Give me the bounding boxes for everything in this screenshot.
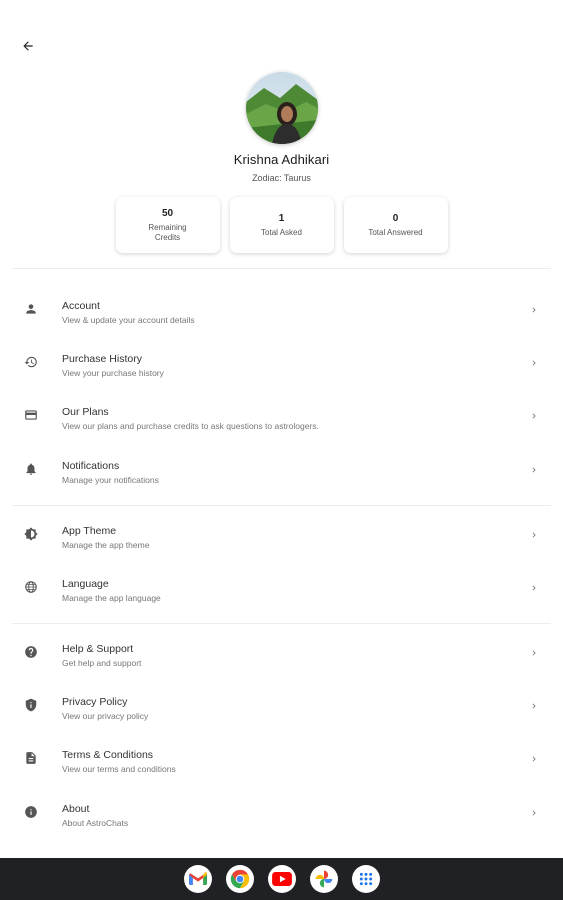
stat-value: 0 (392, 212, 399, 224)
menu-subtitle: View your purchase history (62, 368, 164, 378)
divider (12, 268, 551, 269)
document-icon (22, 749, 40, 767)
divider (12, 623, 551, 624)
menu-item-terms-conditions[interactable]: Terms & Conditions View our terms and co… (0, 749, 563, 799)
menu-subtitle: Manage your notifications (62, 475, 159, 485)
chevron-right-icon (532, 756, 536, 762)
profile-header: Krishna Adhikari Zodiac: Taurus (0, 72, 563, 183)
menu-title: Privacy Policy (62, 696, 128, 708)
menu-subtitle: View & update your account details (62, 315, 195, 325)
bell-icon (22, 460, 40, 478)
stat-label: Remaining Credits (148, 222, 187, 242)
chevron-right-icon (532, 810, 536, 816)
youtube-icon[interactable] (267, 865, 296, 893)
menu-item-help-support[interactable]: Help & Support Get help and support (0, 643, 563, 693)
photos-icon[interactable] (309, 865, 338, 893)
chevron-right-icon (532, 532, 536, 538)
menu-subtitle: About AstroChats (62, 818, 129, 828)
history-icon (22, 353, 40, 371)
menu-item-language[interactable]: Language Manage the app language (0, 578, 563, 628)
chevron-right-icon (532, 650, 536, 656)
info-icon (22, 803, 40, 821)
globe-icon (22, 578, 40, 596)
zodiac-label: Zodiac: Taurus (252, 173, 311, 183)
menu-subtitle: Get help and support (62, 658, 142, 668)
menu-title: Notifications (62, 460, 120, 472)
theme-icon (22, 525, 40, 543)
profile-name: Krishna Adhikari (233, 152, 330, 167)
chevron-right-icon (532, 585, 536, 591)
menu-title: Terms & Conditions (62, 749, 154, 761)
menu-item-about[interactable]: About About AstroChats (0, 803, 563, 853)
divider (12, 505, 551, 506)
menu-title: About (62, 803, 90, 815)
stat-total-asked: 1 Total Asked (229, 197, 334, 253)
shield-icon (22, 696, 40, 714)
chevron-right-icon (532, 413, 536, 419)
menu-item-purchase-history[interactable]: Purchase History View your purchase hist… (0, 353, 563, 403)
chevron-right-icon (532, 360, 536, 366)
gmail-icon[interactable] (183, 865, 212, 893)
chrome-icon[interactable] (225, 865, 254, 893)
avatar[interactable] (245, 72, 318, 144)
stat-label: Total Answered (368, 227, 423, 237)
menu-item-account[interactable]: Account View & update your account detai… (0, 300, 563, 350)
stats-row: 50 Remaining Credits 1 Total Asked 0 Tot… (0, 197, 563, 253)
chevron-right-icon (532, 307, 536, 313)
stat-total-answered: 0 Total Answered (343, 197, 448, 253)
menu-subtitle: View our privacy policy (62, 711, 149, 721)
menu-item-our-plans[interactable]: Our Plans View our plans and purchase cr… (0, 406, 563, 456)
credit-card-icon (22, 406, 40, 424)
stat-value: 50 (161, 207, 174, 219)
menu-title: Help & Support (62, 643, 134, 655)
menu-item-app-theme[interactable]: App Theme Manage the app theme (0, 525, 563, 575)
menu-subtitle: View our plans and purchase credits to a… (62, 421, 319, 431)
person-icon (22, 300, 40, 318)
menu-title: Language (62, 578, 109, 590)
menu-title: Our Plans (62, 406, 109, 418)
menu-item-privacy-policy[interactable]: Privacy Policy View our privacy policy (0, 696, 563, 746)
help-icon (22, 643, 40, 661)
menu-item-notifications[interactable]: Notifications Manage your notifications (0, 460, 563, 510)
stat-label: Total Asked (261, 227, 302, 237)
chevron-right-icon (532, 467, 536, 473)
menu-subtitle: Manage the app language (62, 593, 161, 603)
app-launcher-icon[interactable] (351, 865, 380, 893)
arrow-back-icon (23, 41, 33, 51)
taskbar (0, 858, 563, 900)
back-button[interactable] (16, 34, 40, 58)
chevron-right-icon (532, 703, 536, 709)
menu-title: Account (62, 300, 100, 312)
stat-remaining-credits: 50 Remaining Credits (115, 197, 220, 253)
menu-title: App Theme (62, 525, 117, 537)
menu-subtitle: View our terms and conditions (62, 764, 176, 774)
menu-subtitle: Manage the app theme (62, 540, 150, 550)
stat-value: 1 (278, 212, 285, 224)
menu-title: Purchase History (62, 353, 142, 365)
